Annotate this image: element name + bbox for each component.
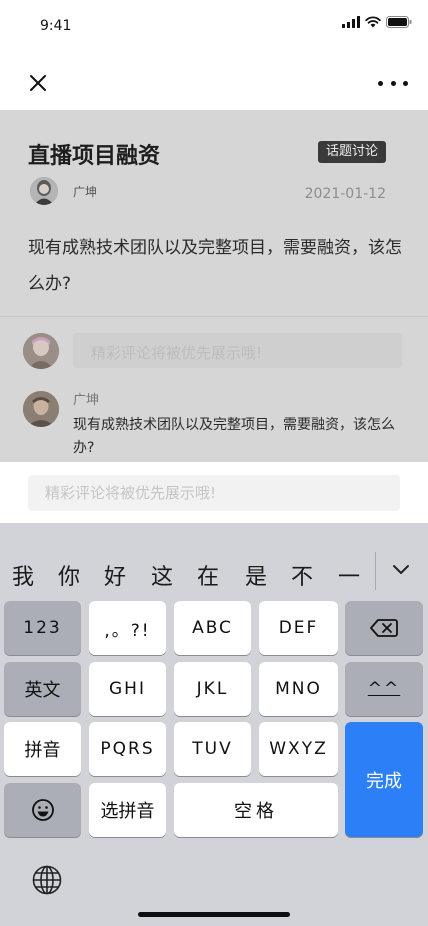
candidate-word[interactable]: 你 (58, 559, 80, 591)
chevron-down-icon[interactable] (390, 558, 412, 580)
key-emoji[interactable] (4, 783, 81, 837)
comment-prompt-placeholder: 精彩评论将被优先展示哦! (91, 344, 263, 362)
post-author: 广坤 (73, 185, 98, 199)
wifi-icon (365, 16, 381, 28)
battery-icon (386, 16, 412, 28)
candidate-word[interactable]: 一 (338, 559, 360, 591)
status-time: 9:41 (40, 18, 72, 34)
key-backspace[interactable] (345, 601, 423, 655)
post-body: 现有成熟技术团队以及完整项目，需要融资，该怎么办? (28, 238, 402, 294)
post-title: 直播项目融资 (28, 144, 161, 169)
key-jkl[interactable]: JKL (174, 662, 251, 716)
commenter-name: 广坤 (73, 393, 100, 408)
key-mno[interactable]: MNO (259, 662, 338, 716)
key-space[interactable]: 空格 (174, 783, 338, 837)
keyboard: 我 你 好 这 在 是 不 一 123 ,。?! ABC DEF 英文 GHI … (0, 523, 428, 926)
candidate-word[interactable]: 好 (104, 559, 126, 591)
emoji-icon (31, 799, 54, 821)
author-avatar[interactable] (30, 177, 58, 205)
key-caret[interactable]: ^^ (345, 662, 423, 716)
post-date: 2021-01-12 (304, 186, 386, 202)
comment-input[interactable] (28, 475, 400, 511)
comment-prompt-input[interactable]: 精彩评论将被优先展示哦! (73, 333, 402, 368)
status-bar: 9:41 (0, 0, 428, 56)
status-icons (342, 16, 412, 28)
candidate-divider (375, 552, 376, 590)
divider (0, 316, 428, 317)
post-content: 直播项目融资 话题讨论 广坤 2021-01-12 现有成熟技术团队以及完整项目… (0, 110, 428, 462)
key-pqrs[interactable]: PQRS (89, 722, 166, 776)
key-ghi[interactable]: GHI (89, 662, 166, 716)
key-english[interactable]: 英文 (4, 662, 81, 716)
candidate-word[interactable]: 不 (291, 559, 313, 591)
done-button[interactable]: 完成 (345, 722, 423, 837)
key-wxyz[interactable]: WXYZ (259, 722, 338, 776)
key-abc[interactable]: ABC (174, 601, 251, 655)
key-select-pinyin[interactable]: 选拼音 (89, 783, 166, 837)
key-pinyin[interactable]: 拼音 (4, 722, 81, 776)
candidate-word[interactable]: 这 (151, 559, 173, 591)
nav-bar (0, 56, 428, 110)
key-def[interactable]: DEF (259, 601, 338, 655)
topic-tag: 话题讨论 (317, 141, 386, 163)
candidate-word[interactable]: 是 (245, 559, 267, 591)
signal-icon (342, 16, 360, 28)
more-icon (378, 80, 383, 86)
globe-icon[interactable] (31, 864, 63, 896)
candidate-word[interactable]: 在 (197, 559, 219, 591)
my-avatar (23, 333, 59, 369)
key-tuv[interactable]: TUV (174, 722, 251, 776)
comment-text: 现有成熟技术团队以及完整项目，需要融资，该怎么办? (73, 417, 395, 456)
more-button[interactable] (378, 71, 408, 95)
close-button[interactable] (26, 71, 50, 95)
key-punctuation[interactable]: ,。?! (89, 601, 166, 655)
candidate-bar: 我 你 好 这 在 是 不 一 (0, 545, 428, 603)
commenter-avatar[interactable] (23, 391, 59, 427)
close-icon (30, 75, 46, 91)
key-123[interactable]: 123 (4, 601, 81, 655)
backspace-icon (370, 619, 398, 637)
home-indicator (138, 912, 290, 917)
candidate-word[interactable]: 我 (12, 559, 34, 591)
comment-input-bar (0, 462, 428, 523)
